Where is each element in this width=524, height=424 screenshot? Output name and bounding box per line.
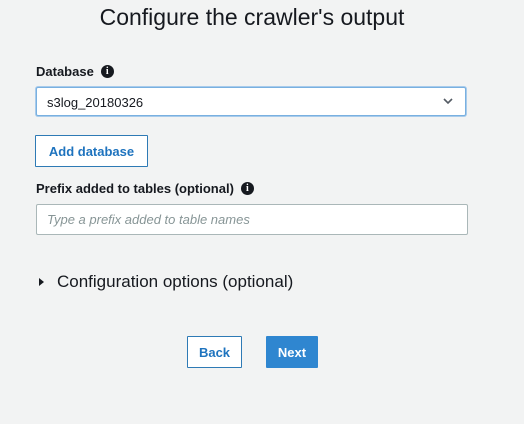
- add-database-button[interactable]: Add database: [35, 135, 148, 167]
- next-button[interactable]: Next: [266, 336, 318, 368]
- page-title: Configure the crawler's output: [99, 4, 405, 30]
- prefix-input[interactable]: [36, 204, 468, 235]
- database-label: Database: [36, 64, 94, 79]
- info-icon[interactable]: i: [100, 65, 114, 78]
- database-label-row: Database i: [36, 64, 114, 79]
- prefix-label: Prefix added to tables (optional): [36, 181, 234, 196]
- database-select[interactable]: s3log_20180326: [36, 87, 466, 116]
- database-select-value: s3log_20180326: [47, 95, 144, 110]
- caret-right-icon: [39, 278, 44, 286]
- configuration-options-toggle[interactable]: Configuration options (optional): [39, 272, 293, 292]
- chevron-down-icon: [443, 98, 453, 105]
- info-icon[interactable]: i: [240, 182, 254, 195]
- back-button[interactable]: Back: [187, 336, 242, 368]
- configuration-options-label: Configuration options (optional): [57, 272, 294, 291]
- prefix-label-row: Prefix added to tables (optional) i: [36, 181, 254, 196]
